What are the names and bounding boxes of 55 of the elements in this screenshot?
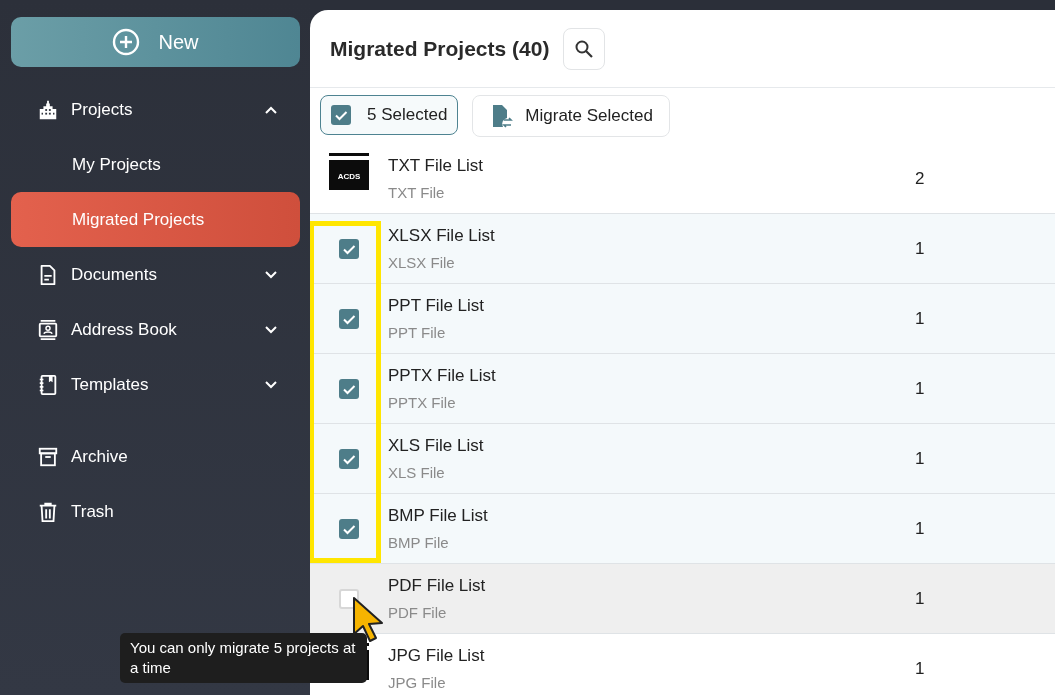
nav-item[interactable]: Documents [11,247,300,302]
nav-item[interactable]: Projects [11,82,300,137]
file-count: 2 [915,167,925,190]
nav-item[interactable]: Templates [11,357,300,412]
nav-subitem[interactable]: My Projects [11,137,300,192]
file-count: 1 [915,307,925,330]
file-type: BMP File [388,533,450,553]
file-type: TXT File [388,183,446,203]
file-type: PPT File [388,323,447,343]
migrate-button[interactable]: Migrate Selected [472,95,670,137]
file-type: PDF File [388,603,448,623]
project-name: PPTX File List [388,364,497,387]
project-name: XLSX File List [388,224,496,247]
file-type: JPG File [388,673,447,693]
project-name: BMP File List [388,504,489,527]
nav-item[interactable]: Address Book [11,302,300,357]
file-count: 1 [915,237,925,260]
row-checkbox[interactable] [339,238,359,259]
row-checkbox[interactable] [339,308,359,329]
project-row[interactable]: XLSX File List XLSX File 1 [310,214,1055,284]
row-checkbox[interactable] [339,378,359,399]
project-name: JPG File List [388,644,486,667]
project-name: TXT File List [388,154,485,177]
row-checkbox[interactable] [339,448,359,469]
file-type: PPTX File [388,393,457,413]
project-name: XLS File List [388,434,485,457]
row-checkbox[interactable] [339,518,359,539]
select-all-button[interactable]: 5 Selected [320,95,459,135]
file-count: 1 [915,587,925,610]
project-row[interactable]: BMP File List BMP File 1 [310,494,1055,564]
project-row[interactable]: PDF File List PDF File 1 [310,564,1055,634]
file-count: 1 [915,517,925,540]
project-name: PPT File List [388,294,486,317]
search-icon [574,38,595,59]
file-type: XLSX File [388,253,456,273]
nav-subitem[interactable]: Migrated Projects [11,192,300,247]
archive-icon [37,445,59,468]
tooltip: You can only migrate 5 projects at a time [120,633,367,683]
new-button[interactable]: New [11,17,300,67]
trash-icon [37,500,59,523]
file-type: XLS File [388,463,446,483]
search-button[interactable] [563,27,606,70]
nav-item[interactable]: Archive [11,429,300,484]
file-count: 1 [915,657,925,680]
file-count: 1 [915,447,925,470]
file-count: 1 [915,377,925,400]
contact-card-icon [37,318,59,341]
notebook-icon [37,373,59,396]
building-icon [37,98,59,121]
project-name: PDF File List [388,574,487,597]
nav-item[interactable]: Trash [11,484,300,539]
plus-circle-icon [112,28,141,56]
file-sync-icon [491,104,514,128]
page-title: Migrated Projects (40) [330,35,550,62]
pointer-cursor-icon [352,596,386,644]
